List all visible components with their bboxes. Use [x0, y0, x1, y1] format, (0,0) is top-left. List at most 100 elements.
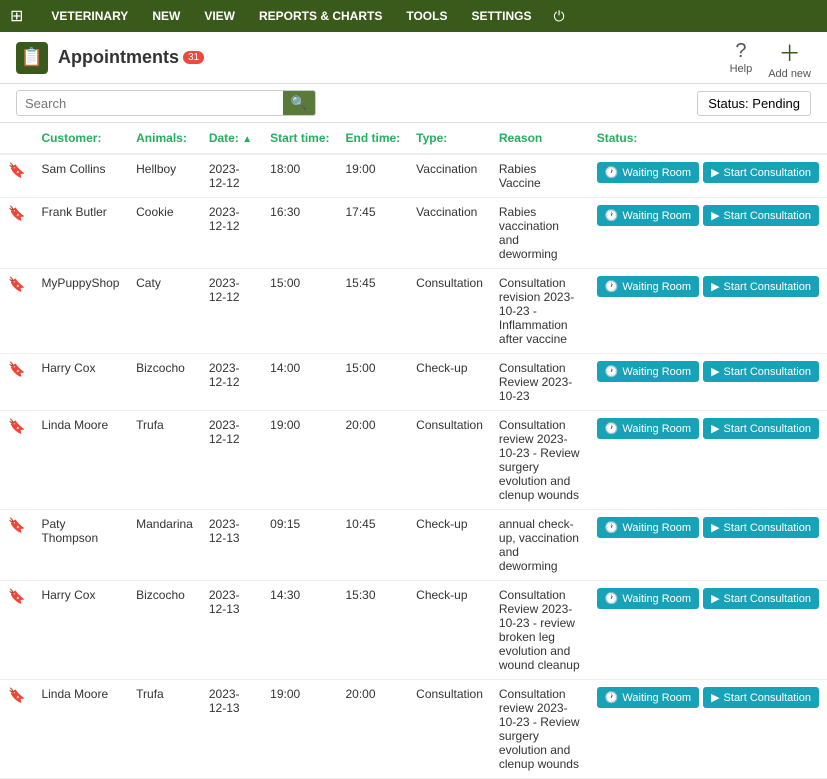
search-input[interactable]: [17, 92, 283, 115]
start-time-cell: 19:00: [262, 411, 337, 510]
bookmark-cell: 🔖: [0, 354, 33, 411]
waiting-room-button[interactable]: 🕐 Waiting Room: [597, 517, 699, 538]
start-consultation-button[interactable]: ▶ Start Consultation: [703, 276, 819, 297]
table-row: 🔖 Harry Cox Bizcocho 2023-12-12 14:00 15…: [0, 354, 827, 411]
col-reason[interactable]: Reason: [491, 123, 589, 154]
waiting-room-button[interactable]: 🕐 Waiting Room: [597, 361, 699, 382]
play-icon: ▶: [711, 592, 719, 605]
customer-cell: Linda Moore: [33, 411, 128, 510]
reason-cell: Consultation Review 2023-10-23: [491, 354, 589, 411]
animal-cell: Hellboy: [128, 154, 201, 198]
waiting-room-label: Waiting Room: [622, 593, 691, 605]
waiting-room-button[interactable]: 🕐 Waiting Room: [597, 162, 699, 183]
col-customer[interactable]: Customer:: [33, 123, 128, 154]
table-row: 🔖 Linda Moore Trufa 2023-12-13 19:00 20:…: [0, 680, 827, 779]
bookmark-icon: 🔖: [8, 276, 25, 292]
add-icon: ＋: [779, 36, 801, 68]
waiting-room-button[interactable]: 🕐 Waiting Room: [597, 588, 699, 609]
nav-settings[interactable]: SETTINGS: [459, 0, 543, 32]
action-cell: 🕐 Waiting Room ▶ Start Consultation: [589, 154, 827, 198]
start-time-cell: 14:30: [262, 581, 337, 680]
waiting-room-button[interactable]: 🕐 Waiting Room: [597, 687, 699, 708]
nav-view[interactable]: VIEW: [192, 0, 247, 32]
search-container: 🔍: [16, 90, 316, 116]
start-consultation-label: Start Consultation: [724, 366, 811, 378]
waiting-room-label: Waiting Room: [622, 281, 691, 293]
clock-icon: 🕐: [605, 521, 619, 534]
start-consultation-button[interactable]: ▶ Start Consultation: [703, 205, 819, 226]
end-time-cell: 19:00: [338, 154, 409, 198]
animal-cell: Mandarina: [128, 510, 201, 581]
power-icon[interactable]: ⏻: [543, 8, 574, 25]
nav-tools[interactable]: TOOLS: [394, 0, 459, 32]
reason-cell: Rabies Vaccine: [491, 154, 589, 198]
toolbar: 🔍 Status: Pending: [0, 84, 827, 123]
add-new-button[interactable]: ＋ Add new: [768, 36, 811, 80]
grid-icon[interactable]: ⊞: [10, 6, 23, 26]
search-button[interactable]: 🔍: [283, 91, 315, 115]
customer-cell: Sam Collins: [33, 154, 128, 198]
action-cell: 🕐 Waiting Room ▶ Start Consultation: [589, 411, 827, 510]
bookmark-cell: 🔖: [0, 154, 33, 198]
type-cell: Check-up: [408, 581, 491, 680]
nav-reports[interactable]: REPORTS & CHARTS: [247, 0, 394, 32]
status-filter[interactable]: Status: Pending: [697, 91, 811, 116]
waiting-room-button[interactable]: 🕐 Waiting Room: [597, 205, 699, 226]
bookmark-cell: 🔖: [0, 198, 33, 269]
start-consultation-button[interactable]: ▶ Start Consultation: [703, 687, 819, 708]
nav-new[interactable]: NEW: [140, 0, 192, 32]
col-end-time[interactable]: End time:: [338, 123, 409, 154]
waiting-room-label: Waiting Room: [622, 522, 691, 534]
customer-cell: Paty Thompson: [33, 510, 128, 581]
col-animals[interactable]: Animals:: [128, 123, 201, 154]
start-consultation-button[interactable]: ▶ Start Consultation: [703, 361, 819, 382]
app-header: 📋 Appointments 31 ? Help ＋ Add new: [0, 32, 827, 84]
table-row: 🔖 Paty Thompson Mandarina 2023-12-13 09:…: [0, 510, 827, 581]
start-time-cell: 14:00: [262, 354, 337, 411]
start-consultation-button[interactable]: ▶ Start Consultation: [703, 162, 819, 183]
end-time-cell: 15:00: [338, 354, 409, 411]
start-time-cell: 19:00: [262, 680, 337, 779]
date-cell: 2023-12-12: [201, 269, 262, 354]
help-button[interactable]: ? Help: [730, 40, 753, 75]
start-consultation-label: Start Consultation: [724, 167, 811, 179]
col-status[interactable]: Status:: [589, 123, 827, 154]
play-icon: ▶: [711, 166, 719, 179]
start-consultation-label: Start Consultation: [724, 210, 811, 222]
bookmark-icon: 🔖: [8, 162, 25, 178]
app-title: Appointments: [58, 47, 179, 68]
type-cell: Vaccination: [408, 198, 491, 269]
help-label: Help: [730, 63, 753, 75]
end-time-cell: 15:45: [338, 269, 409, 354]
waiting-room-button[interactable]: 🕐 Waiting Room: [597, 418, 699, 439]
waiting-room-label: Waiting Room: [622, 366, 691, 378]
start-consultation-button[interactable]: ▶ Start Consultation: [703, 418, 819, 439]
bookmark-cell: 🔖: [0, 581, 33, 680]
end-time-cell: 20:00: [338, 680, 409, 779]
start-time-cell: 09:15: [262, 510, 337, 581]
clock-icon: 🕐: [605, 422, 619, 435]
waiting-room-button[interactable]: 🕐 Waiting Room: [597, 276, 699, 297]
col-date[interactable]: Date: ▲: [201, 123, 262, 154]
bookmark-icon: 🔖: [8, 517, 25, 533]
play-icon: ▶: [711, 422, 719, 435]
clock-icon: 🕐: [605, 691, 619, 704]
date-cell: 2023-12-12: [201, 411, 262, 510]
bookmark-icon: 🔖: [8, 687, 25, 703]
start-consultation-label: Start Consultation: [724, 423, 811, 435]
col-start-time[interactable]: Start time:: [262, 123, 337, 154]
action-cell: 🕐 Waiting Room ▶ Start Consultation: [589, 198, 827, 269]
clock-icon: 🕐: [605, 166, 619, 179]
play-icon: ▶: [711, 691, 719, 704]
nav-veterinary[interactable]: VETERINARY: [39, 0, 140, 32]
bookmark-icon: 🔖: [8, 588, 25, 604]
start-consultation-button[interactable]: ▶ Start Consultation: [703, 517, 819, 538]
clock-icon: 🕐: [605, 365, 619, 378]
bookmark-icon: 🔖: [8, 205, 25, 221]
start-consultation-button[interactable]: ▶ Start Consultation: [703, 588, 819, 609]
date-cell: 2023-12-12: [201, 354, 262, 411]
bookmark-cell: 🔖: [0, 269, 33, 354]
col-type[interactable]: Type:: [408, 123, 491, 154]
table-row: 🔖 Linda Moore Trufa 2023-12-12 19:00 20:…: [0, 411, 827, 510]
customer-cell: Harry Cox: [33, 581, 128, 680]
